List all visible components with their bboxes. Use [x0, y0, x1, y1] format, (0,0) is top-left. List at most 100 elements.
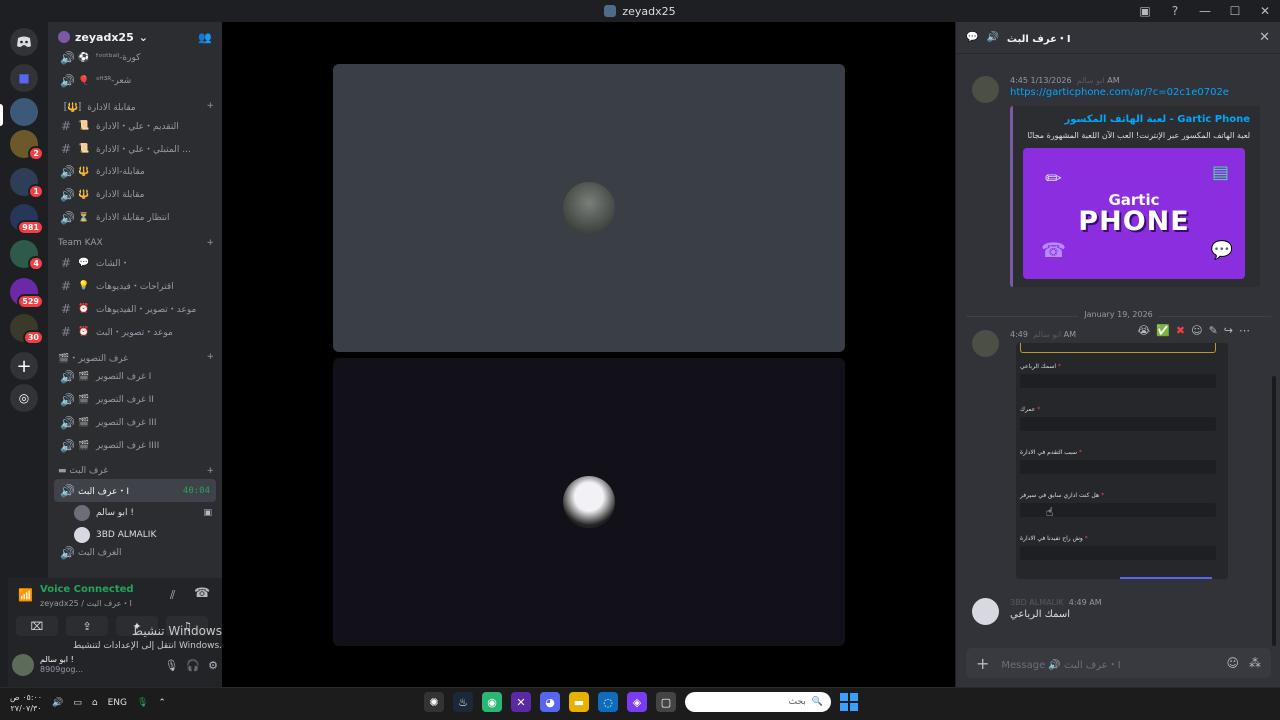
disconnect-icon[interactable]: ☎ [194, 586, 210, 601]
explore-icon[interactable]: ◎ [10, 384, 38, 412]
server-icon-1[interactable] [10, 98, 38, 126]
close-button[interactable]: ✕ [1250, 4, 1280, 18]
channel-poetry[interactable]: 🔊 🎈 ˢᴴ³ᴿ-شعر [54, 69, 216, 92]
maximize-button[interactable]: ☐ [1220, 4, 1250, 18]
category-stream[interactable]: ▬ غرف البث + [48, 463, 222, 479]
avatar [74, 505, 90, 521]
camera-off-button[interactable]: ⌧ [16, 616, 58, 636]
form-screenshot-image[interactable]: اسمك الرباعي * عمرك * سبب التقدم في الاد… [1016, 343, 1228, 579]
add-channel-icon[interactable]: + [206, 101, 214, 111]
discord-taskbar-icon[interactable]: ◕ [540, 692, 560, 712]
chevron-up-icon[interactable]: ⌃ [158, 698, 166, 708]
author-name[interactable]: ابو سالم [1033, 330, 1061, 339]
channel-admin-2[interactable]: # 📜 المتبلي・علي・الادارة ... [54, 137, 216, 160]
avatar[interactable] [972, 76, 999, 103]
message-link[interactable]: https://garticphone.com/ar/?c=02c1e0702e [1010, 87, 1262, 98]
voice-channel-icon: 🔊 [60, 210, 75, 225]
server-icon-2[interactable]: 2 [10, 130, 44, 161]
channel-admin-4[interactable]: 🔊 🔱 مقابلة الادارة [54, 183, 216, 206]
server-icon-5[interactable]: 4 [10, 240, 44, 271]
apps-icon[interactable]: ⁂ [1249, 656, 1261, 670]
gear-icon[interactable]: ⚙ [208, 659, 218, 672]
taskbar-search[interactable]: بحث 🔍 [685, 692, 831, 712]
dm-folder-icon[interactable]: ■ [10, 64, 38, 92]
category-team[interactable]: Team KAX + [48, 235, 222, 251]
invite-people-icon[interactable]: 👥 [198, 31, 212, 44]
display-icon[interactable]: ▭ [73, 698, 82, 708]
voice-member[interactable]: ابو سالم ! ▣ [74, 502, 222, 524]
app-icon-green[interactable]: ◉ [482, 692, 502, 712]
channel-team-2[interactable]: # 💡 اقتراحات・فيديوهات [54, 274, 216, 297]
avatar [12, 654, 34, 676]
active-server-pill [0, 104, 3, 126]
channel-room-1[interactable]: 🔊 🎬 غرف التصوير I [54, 365, 216, 388]
headphones-icon[interactable]: 🎧 [186, 659, 200, 672]
channel-football[interactable]: 🔊 ⚽ ᶠᵒᵒᵗᵇᵃˡˡ-كورة [54, 46, 216, 69]
close-chat-icon[interactable]: ✕ [1259, 30, 1270, 45]
server-icon-4[interactable]: 981 [10, 204, 44, 235]
channel-stream-cut[interactable]: 🔊 الغرف البث [54, 546, 216, 560]
emoji-icon[interactable]: ☺ [1226, 656, 1239, 670]
app-icon [604, 5, 617, 17]
embed-image[interactable]: Gartic PHONE ✏ ☎ ▤ 💬 [1023, 148, 1245, 279]
channel-emoji: 🎈 [78, 75, 90, 86]
user-row[interactable]: ابو سالم ! 8909gog... 🎙 🎧 ⚙ [12, 650, 218, 680]
add-attachment-icon[interactable]: + [976, 654, 989, 673]
voice-member[interactable]: 3BD ALMALIK [74, 524, 222, 546]
category-label: Team KAX [58, 238, 103, 248]
channel-room-2[interactable]: 🔊 🎬 غرف التصوير II [54, 388, 216, 411]
channel-stream-active[interactable]: 🔊 عرف البث・I 40:04 [54, 479, 216, 502]
participant-tile[interactable] [333, 358, 845, 646]
channel-admin-5[interactable]: 🔊 ⏳ انتظار مقابلة الادارة [54, 206, 216, 229]
server-icon-7[interactable]: 30 [10, 314, 44, 345]
server-icon-6[interactable]: 529 [10, 278, 44, 309]
embed-title[interactable]: لعبة الهاتف المكسور - Gartic Phone [1023, 114, 1250, 125]
volume-icon[interactable]: 🔊 [52, 698, 63, 708]
category-rooms[interactable]: 🎬・غرف التصوير + [48, 349, 222, 365]
voice-status[interactable]: Voice Connected [40, 584, 134, 595]
category-admin[interactable]: 〚🔱〛مقابلة الادارة + [48, 98, 222, 114]
clock[interactable]: ٠٥:٠٠ ص ٢٧/٠٧/٣٠ [10, 692, 42, 714]
channel-team-3[interactable]: # ⏰ موعد・تصوير・الفيديوهات [54, 297, 216, 320]
inbox-icon[interactable]: ▣ [1130, 4, 1160, 18]
add-channel-icon[interactable]: + [206, 466, 214, 476]
mic-icon[interactable]: 🎙 [164, 659, 178, 672]
channel-admin-1[interactable]: # 📜 التقديم・علي・الادارة [54, 114, 216, 137]
copilot-icon[interactable]: ◈ [627, 692, 647, 712]
network-icon[interactable]: ⌂ [92, 698, 98, 708]
help-icon[interactable]: ? [1160, 4, 1190, 18]
mic-tray-icon[interactable]: 🎙 [137, 698, 148, 708]
noise-suppression-icon[interactable]: ⫽ [170, 588, 175, 603]
server-icon-3[interactable]: 1 [10, 168, 44, 199]
discord-home-icon[interactable] [10, 28, 38, 56]
add-channel-icon[interactable]: + [206, 352, 214, 362]
steam-icon[interactable]: ♨ [453, 692, 473, 712]
channel-team-4[interactable]: # ⏰ موعد・تصوير・البث [54, 320, 216, 343]
chatgpt-icon[interactable]: ✺ [424, 692, 444, 712]
channel-admin-3[interactable]: 🔊 🔱 مقابلة-الادارة [54, 160, 216, 183]
message-input[interactable]: Message 🔊 عرف البث・I [1001, 656, 1120, 671]
signal-icon[interactable]: 📶 [18, 588, 33, 602]
task-view-icon[interactable]: ▢ [656, 692, 676, 712]
minimize-button[interactable]: — [1190, 4, 1220, 18]
author-name[interactable]: 3BD ALMALIK [1010, 598, 1064, 607]
message-composer[interactable]: + Message 🔊 عرف البث・I ☺ ⁂ [966, 648, 1271, 678]
language-indicator[interactable]: ENG [108, 698, 127, 708]
file-explorer-icon[interactable]: ▬ [569, 692, 589, 712]
channel-room-4[interactable]: 🔊 🎬 غرف التصوير IIII [54, 434, 216, 457]
author-name[interactable]: ابو سالم [1077, 76, 1105, 85]
screen-share-button[interactable]: ⇪ [66, 616, 108, 636]
channel-team-1[interactable]: # 💬 الشات・ [54, 251, 216, 274]
channel-room-3[interactable]: 🔊 🎬 غرف التصوير III [54, 411, 216, 434]
app-icon-purple[interactable]: ✕ [511, 692, 531, 712]
add-channel-icon[interactable]: + [206, 238, 214, 248]
windows-start-icon[interactable] [840, 693, 858, 711]
participant-tile[interactable] [333, 64, 845, 352]
avatar[interactable] [972, 330, 999, 357]
unread-badge: 2 [28, 146, 44, 161]
add-server-icon[interactable]: + [10, 352, 38, 380]
form-field-input [1020, 374, 1216, 388]
avatar[interactable] [972, 598, 999, 625]
edge-icon[interactable]: ◌ [598, 692, 618, 712]
chat-scrollbar[interactable] [1272, 376, 1276, 646]
